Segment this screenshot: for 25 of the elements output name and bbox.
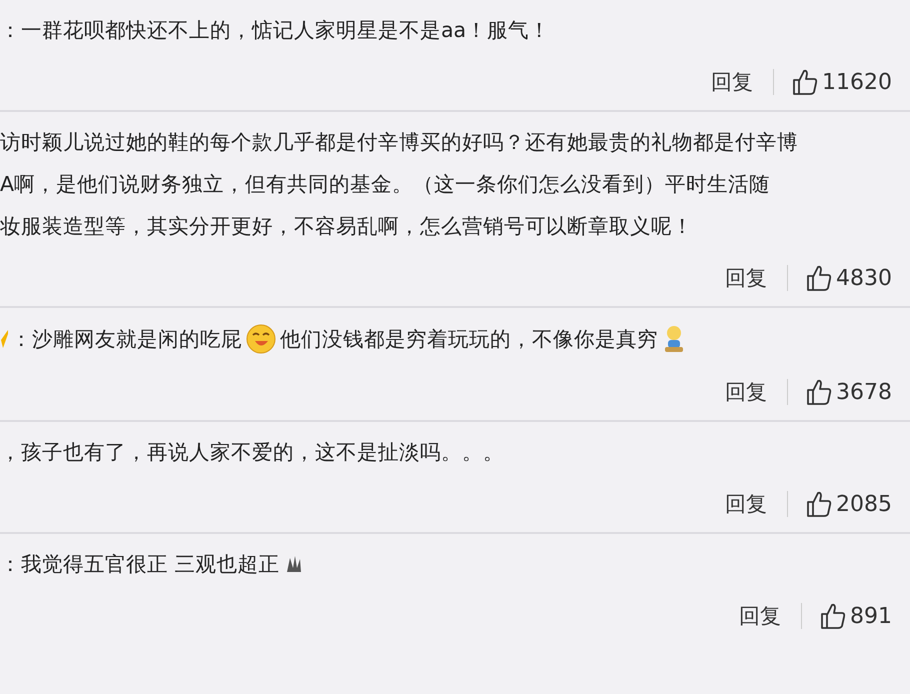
smiley-emoji-icon — [246, 324, 276, 354]
reply-link[interactable]: 回复 — [725, 378, 767, 406]
comment-text: ：我觉得五官很正 三观也超正 — [0, 551, 280, 578]
thumbs-up-icon — [820, 602, 846, 630]
comment-text: A啊，是他们说财务独立，但有共同的基金。（这一条你们怎么没看到）平时生活随 — [0, 171, 770, 198]
like-button[interactable]: 3678 — [806, 378, 892, 406]
comment-text: 访时颖儿说过她的鞋的每个款几乎都是付辛博买的好吗？还有她最贵的礼物都是付辛博 — [0, 129, 798, 156]
reply-link[interactable]: 回复 — [725, 490, 767, 518]
reply-link[interactable]: 回复 — [725, 264, 767, 292]
reply-link[interactable]: 回复 — [711, 68, 753, 96]
like-button[interactable]: 891 — [820, 602, 892, 630]
comment-text: 他们没钱都是穷着玩玩的，不像你是真穷 — [280, 326, 658, 353]
comment-text: ：沙雕网友就是闲的吃屁 — [11, 326, 242, 353]
comment-text: ，孩子也有了，再说人家不爱的，这不是扯淡吗。。。 — [0, 439, 504, 466]
figure-emoji-icon — [662, 325, 686, 353]
thumbs-up-icon — [806, 378, 832, 406]
thumbs-up-icon — [806, 264, 832, 292]
comment-text: ：一群花呗都快还不上的，惦记人家明星是不是aa！服气！ — [0, 17, 550, 44]
reply-link[interactable]: 回复 — [739, 602, 781, 630]
like-button[interactable]: 2085 — [806, 490, 892, 518]
like-button[interactable]: 11620 — [792, 68, 892, 96]
thumbs-up-icon — [806, 490, 832, 518]
thumbs-up-icon — [792, 68, 818, 96]
comment-text: 妆服装造型等，其实分开更好，不容易乱啊，怎么营销号可以断章取义呢！ — [0, 213, 693, 240]
like-button[interactable]: 4830 — [806, 264, 892, 292]
